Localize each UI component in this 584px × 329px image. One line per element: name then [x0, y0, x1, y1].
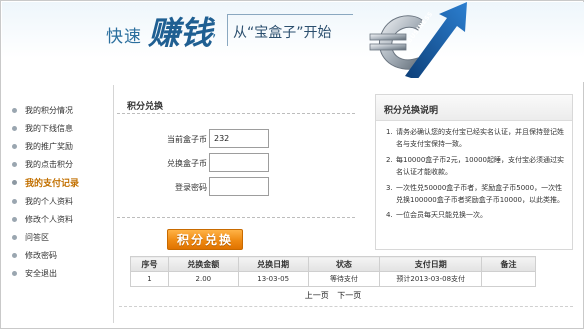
sidebar-item-label: 我的支付记录: [25, 179, 80, 190]
sidebar-item-profile[interactable]: 我的个人资料: [7, 192, 107, 210]
info-item: 3. 一次性兑50000盒子币者，奖励盒子币5000，一次性兑换100000盒子币…: [386, 182, 566, 207]
bullet-icon: [12, 125, 17, 131]
sidebar-item-payment-records[interactable]: 我的支付记录: [7, 174, 107, 192]
info-item-text: 请务必确认您的支付宝已经实名认证，并且保持登记姓名与支付宝保持一致。: [396, 128, 564, 149]
bullet-icon: [12, 162, 17, 168]
sidebar-divider: [113, 85, 114, 323]
cell-exchange-date: 13-03-05: [237, 271, 309, 287]
exchange-info-panel: 积分兑换说明 1. 请务必确认您的支付宝已经实名认证，并且保持登记姓名与支付宝保持…: [375, 94, 573, 250]
current-coins-label: 当前盒子币: [167, 135, 207, 144]
sidebar-item-label: 安全退出: [25, 269, 57, 279]
info-item-text: 一次性兑50000盒子币者，奖励盒子币5000，一次性兑换100000盒子币者奖…: [396, 183, 564, 205]
column-header-index: 序号: [130, 256, 169, 272]
prev-page-link[interactable]: 上一页: [305, 291, 329, 300]
sidebar-item-change-password[interactable]: 修改密码: [7, 247, 107, 265]
form-divider-top: [117, 113, 355, 114]
bullet-icon: [12, 143, 17, 149]
sidebar-item-label: 我的个人资料: [25, 196, 73, 206]
sidebar-item-downline-info[interactable]: 我的下线信息: [7, 119, 107, 137]
column-header-payment-date: 支付日期: [379, 256, 483, 272]
sidebar-item-label: 修改密码: [25, 251, 57, 261]
table-row: 1 2.00 13-03-05 等待支付 预计2013-03-08支付: [130, 271, 536, 287]
info-item: 2. 每10000盒子币2元，10000起睡，支付宝必须通过实名认证才能收款。: [386, 154, 566, 179]
sidebar-item-click-points[interactable]: 我的点击积分: [7, 156, 107, 174]
bullet-icon: [12, 180, 17, 186]
info-item: 4. 一位会员每天只能兑换一次。: [386, 209, 566, 221]
sidebar-item-label: 我的点击积分: [25, 160, 73, 170]
sidebar-item-label: 修改个人资料: [25, 214, 73, 224]
cell-status: 等待支付: [307, 271, 381, 287]
bullet-icon: [12, 198, 17, 204]
cell-payment-date: 预计2013-03-08支付: [379, 271, 483, 287]
info-item-number: 2.: [386, 155, 393, 164]
bullet-icon: [12, 234, 17, 240]
sidebar-item-logout[interactable]: 安全退出: [7, 265, 107, 283]
info-item-number: 4.: [386, 211, 393, 220]
banner-slogan-right: 从“宝盒子”开始: [233, 25, 332, 41]
sidebar-item-points-status[interactable]: 我的积分情况: [7, 101, 107, 119]
column-header-status: 状态: [307, 256, 381, 272]
bottom-divider: [119, 306, 573, 307]
sidebar-item-label: 我的下线信息: [25, 123, 73, 133]
cell-index: 1: [130, 271, 169, 287]
sidebar-item-label: 我的积分情况: [25, 105, 73, 115]
bullet-icon: [12, 271, 17, 277]
table-header-row: 序号 兑换金额 兑换日期 状态 支付日期 备注: [130, 256, 536, 272]
sidebar-item-promotion-rewards[interactable]: 我的推广奖励: [7, 137, 107, 155]
banner-separator: ,: [212, 24, 217, 40]
password-field[interactable]: [209, 177, 269, 196]
cell-amount: 2.00: [167, 271, 239, 287]
current-coins-field[interactable]: [209, 129, 269, 148]
cell-note: [481, 271, 536, 287]
sidebar-item-edit-profile[interactable]: 修改个人资料: [7, 210, 107, 228]
form-divider-bottom: [117, 217, 355, 218]
info-item: 1. 请务必确认您的支付宝已经实名认证，并且保持登记姓名与支付宝保持一致。: [386, 126, 566, 151]
sidebar-nav: 我的积分情况 我的下线信息 我的推广奖励 我的点击积分 我的支付记录 我的个人资…: [7, 101, 107, 283]
info-list: 1. 请务必确认您的支付宝已经实名认证，并且保持登记姓名与支付宝保持一致。 2. 每…: [376, 121, 572, 222]
payment-records-table: 序号 兑换金额 兑换日期 状态 支付日期 备注 1 2.00 13-03-05 …: [130, 256, 536, 287]
password-row: 登录密码: [117, 177, 357, 197]
exchange-submit-button[interactable]: 积分兑换: [167, 229, 243, 250]
sidebar-item-label: 我的推广奖励: [25, 141, 73, 151]
info-item-number: 3.: [386, 183, 393, 192]
info-item-text: 每10000盒子币2元，10000起睡，支付宝必须通过实名认证才能收款。: [396, 155, 564, 177]
sidebar-item-qa[interactable]: 问答区: [7, 228, 107, 246]
exchange-form: 积分兑换 当前盒子币 兑换盒子币 登录密码: [117, 95, 357, 218]
bullet-icon: [12, 107, 17, 113]
exchange-coins-row: 兑换盒子币: [117, 153, 357, 173]
banner-slogan-emphasis: 赚钱: [148, 14, 213, 52]
form-title: 积分兑换: [127, 102, 164, 112]
column-header-note: 备注: [481, 256, 536, 272]
bullet-icon: [12, 253, 17, 259]
sidebar-item-label: 问答区: [25, 232, 49, 242]
current-coins-row: 当前盒子币: [117, 129, 357, 149]
banner: 快速 赚钱 , 从“宝盒子”开始 BUSINESS: [2, 2, 584, 82]
column-header-amount: 兑换金额: [167, 256, 239, 272]
info-title: 积分兑换说明: [376, 95, 572, 121]
info-item-number: 1.: [386, 128, 393, 136]
pagination: 上一页 下一页: [130, 290, 536, 301]
next-page-link[interactable]: 下一页: [337, 291, 361, 300]
column-header-exchange-date: 兑换日期: [237, 256, 309, 272]
info-item-text: 一位会员每天只能兑换一次。: [396, 211, 487, 220]
bullet-icon: [12, 216, 17, 222]
exchange-coins-label: 兑换盒子币: [167, 159, 207, 168]
banner-slogan-left: 快速: [106, 27, 142, 47]
page: 快速 赚钱 , 从“宝盒子”开始 BUSINESS 我的积分情况 我的下线信息 …: [0, 0, 584, 329]
exchange-coins-field[interactable]: [209, 153, 269, 172]
password-label: 登录密码: [175, 183, 207, 192]
